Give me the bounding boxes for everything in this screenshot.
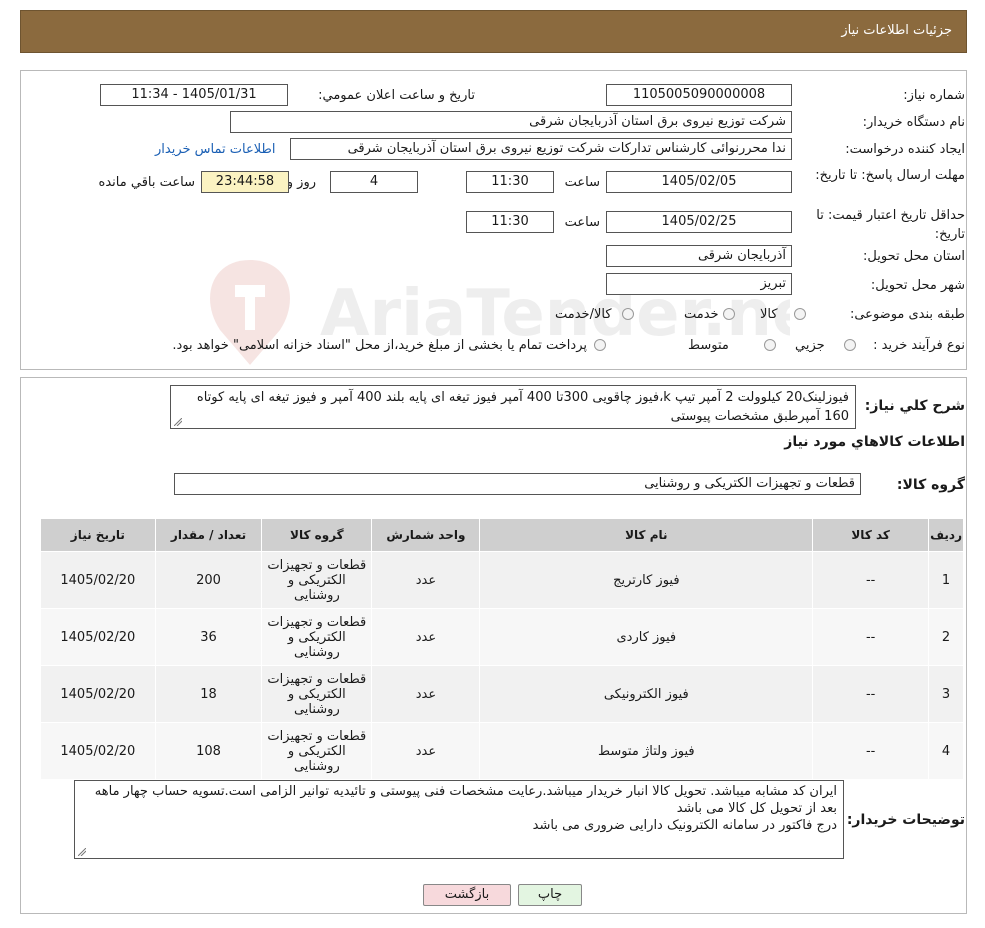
col-row: رديف	[928, 518, 964, 552]
col-code: کد کالا	[812, 518, 930, 552]
category-radio-goods[interactable]	[794, 308, 806, 320]
buyer-notes-textarea[interactable]: ایران کد مشابه میباشد. تحویل کالا انبار …	[74, 780, 844, 859]
cell-code: --	[812, 665, 930, 723]
goods-group-field: قطعات و تجهیزات الکتریکی و روشنایی	[174, 473, 861, 495]
col-date: تاريخ نياز	[40, 518, 156, 552]
announce-field: 1405/01/31 - 11:34	[100, 84, 288, 106]
cell-date: 1405/02/20	[40, 551, 156, 609]
cell-date: 1405/02/20	[40, 608, 156, 666]
deadline-time-field: 11:30	[466, 171, 554, 193]
validity-date-field: 1405/02/25	[606, 211, 792, 233]
requester-field: ندا محررنوائی کارشناس تدارکات شرکت توزیع…	[290, 138, 792, 160]
category-radio-goods-service[interactable]	[622, 308, 634, 320]
deadline-label: مهلت ارسال پاسخ: تا تاريخ:	[815, 168, 965, 183]
cell-group: قطعات و تجهیزات الکتریکی و روشنایی	[261, 551, 373, 609]
need-number-label: شماره نیاز:	[903, 88, 965, 103]
cell-row: 4	[928, 722, 964, 780]
buyer-org-label: نام دستگاه خريدار:	[862, 115, 965, 130]
category-radio-service[interactable]	[723, 308, 735, 320]
cell-unit: عدد	[371, 551, 481, 609]
cell-date: 1405/02/20	[40, 665, 156, 723]
cell-name: فیوز الکترونیکی	[479, 665, 814, 723]
cell-row: 1	[928, 551, 964, 609]
table-row: 4 -- فیوز ولتاژ متوسط عدد قطعات و تجهیزا…	[40, 722, 964, 780]
category-option-goods: کالا	[760, 307, 778, 322]
cell-qty: 200	[154, 551, 263, 609]
validity-time-label: ساعت	[564, 215, 600, 230]
announce-label: تاریخ و ساعت اعلان عمومي:	[318, 88, 475, 103]
category-option-goods-service: کالا/خدمت	[555, 307, 612, 322]
cell-unit: عدد	[371, 665, 481, 723]
city-field: تبریز	[606, 273, 792, 295]
process-option-medium: متوسط	[688, 338, 729, 353]
col-group: گروه کالا	[261, 518, 373, 552]
cell-code: --	[812, 722, 930, 780]
category-option-service: خدمت	[684, 307, 719, 322]
resize-handle-icon[interactable]	[174, 418, 182, 426]
remaining-time-field: 23:44:58	[201, 171, 289, 193]
cell-row: 3	[928, 665, 964, 723]
validity-label: حداقل تاريخ اعتبار قيمت: تا تاريخ:	[816, 208, 965, 242]
deadline-time-label: ساعت	[564, 175, 600, 190]
buyer-notes-line: ایران کد مشابه میباشد. تحویل کالا انبار …	[94, 784, 837, 816]
requester-label: ايجاد کننده درخواست:	[845, 142, 965, 157]
deadline-date-field: 1405/02/05	[606, 171, 792, 193]
process-option-minor: جزيي	[795, 338, 825, 353]
cell-group: قطعات و تجهیزات الکتریکی و روشنایی	[261, 665, 373, 723]
need-number-field: 1105005090000008	[606, 84, 792, 106]
cell-qty: 36	[154, 608, 263, 666]
process-radio-treasury[interactable]	[594, 339, 606, 351]
cell-row: 2	[928, 608, 964, 666]
table-header-row: رديف کد کالا نام کالا واحد شمارش گروه کا…	[40, 518, 964, 552]
table-row: 1 -- فیوز کارتریج عدد قطعات و تجهیزات ال…	[40, 551, 964, 609]
goods-group-label: گروه کالا:	[896, 477, 965, 493]
cell-group: قطعات و تجهیزات الکتریکی و روشنایی	[261, 608, 373, 666]
buyer-notes-label: توضيحات خريدار:	[846, 812, 965, 828]
cell-unit: عدد	[371, 722, 481, 780]
resize-handle-icon[interactable]	[78, 848, 86, 856]
page-title: جزئیات اطلاعات نیاز	[841, 23, 952, 38]
days-field: 4	[330, 171, 418, 193]
city-label: شهر محل تحويل:	[870, 278, 965, 293]
table-row: 3 -- فیوز الکترونیکی عدد قطعات و تجهیزات…	[40, 665, 964, 723]
cell-qty: 108	[154, 722, 263, 780]
back-button[interactable]: بازگشت	[423, 884, 511, 906]
process-radio-minor[interactable]	[844, 339, 856, 351]
col-name: نام کالا	[479, 518, 814, 552]
cell-group: قطعات و تجهیزات الکتریکی و روشنایی	[261, 722, 373, 780]
cell-date: 1405/02/20	[40, 722, 156, 780]
contact-info-link[interactable]: اطلاعات تماس خریدار	[155, 142, 275, 157]
description-label: شرح کلي نياز:	[864, 398, 965, 414]
cell-name: فیوز کاردی	[479, 608, 814, 666]
goods-info-title: اطلاعات کالاهاي مورد نياز	[784, 434, 965, 450]
cell-code: --	[812, 608, 930, 666]
description-textarea[interactable]: فیوزلینک20 کیلوولت 2 آمپر تیپ k،فیوز چاق…	[170, 385, 856, 429]
description-text: فیوزلینک20 کیلوولت 2 آمپر تیپ k،فیوز چاق…	[196, 390, 849, 424]
process-note: پرداخت تمام یا بخشی از مبلغ خرید،از محل …	[172, 338, 587, 353]
days-label: روز و	[286, 175, 316, 190]
col-qty: تعداد / مقدار	[154, 518, 263, 552]
province-label: استان محل تحويل:	[863, 249, 965, 264]
process-radio-medium[interactable]	[764, 339, 776, 351]
category-label: طبقه بندی موضوعی:	[849, 307, 965, 322]
validity-time-field: 11:30	[466, 211, 554, 233]
cell-code: --	[812, 551, 930, 609]
cell-name: فیوز ولتاژ متوسط	[479, 722, 814, 780]
page-header: جزئیات اطلاعات نیاز	[20, 10, 967, 53]
province-field: آذربایجان شرقی	[606, 245, 792, 267]
buyer-org-field: شرکت توزیع نیروی برق استان آذربایجان شرق…	[230, 111, 792, 133]
col-unit: واحد شمارش	[371, 518, 481, 552]
remaining-label: ساعت باقي مانده	[98, 175, 195, 190]
buyer-notes-line: درج فاکتور در سامانه الکترونیک دارایی ضر…	[532, 818, 837, 833]
goods-table: رديف کد کالا نام کالا واحد شمارش گروه کا…	[40, 518, 964, 780]
cell-name: فیوز کارتریج	[479, 551, 814, 609]
table-row: 2 -- فیوز کاردی عدد قطعات و تجهیزات الکت…	[40, 608, 964, 666]
cell-unit: عدد	[371, 608, 481, 666]
print-button[interactable]: چاپ	[518, 884, 582, 906]
process-label: نوع فرآيند خريد :	[873, 338, 965, 353]
cell-qty: 18	[154, 665, 263, 723]
